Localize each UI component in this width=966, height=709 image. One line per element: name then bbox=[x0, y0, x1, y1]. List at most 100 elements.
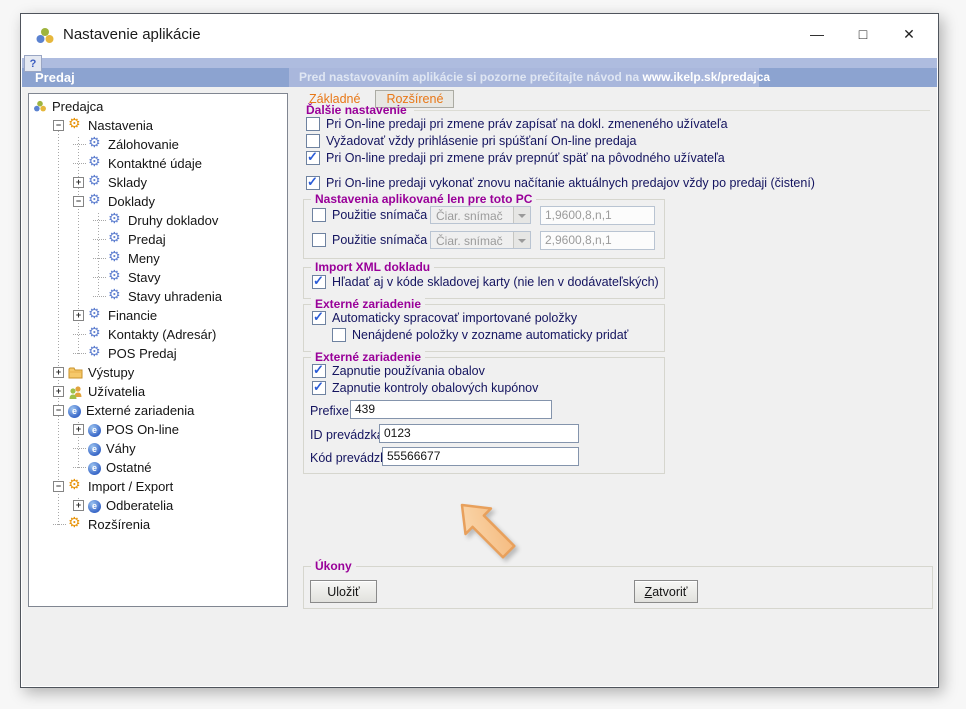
checkbox-checked-icon[interactable] bbox=[312, 275, 326, 289]
notice-link[interactable]: www.ikelp.sk/predajca bbox=[642, 70, 770, 84]
scanner2-type-select[interactable]: Čiar. snímač bbox=[430, 231, 531, 249]
field-label-id-prevadzka: ID prevádzka bbox=[310, 428, 384, 442]
tree-item-druhy-dokladov[interactable]: Druhy dokladov bbox=[29, 211, 287, 230]
checkbox-zapnutie-obalov[interactable]: Zapnutie používania obalov bbox=[312, 364, 485, 378]
checkbox-icon[interactable] bbox=[306, 134, 320, 148]
tree-item-zalohovanie[interactable]: Zálohovanie bbox=[29, 135, 287, 154]
folder-icon bbox=[68, 366, 83, 379]
expand-icon[interactable]: + bbox=[53, 386, 64, 397]
checkbox-vyzadovat-prihlasenie[interactable]: Vyžadovať vždy prihlásenie pri spúšťaní … bbox=[306, 134, 636, 148]
checkbox-nenajdene-polozky[interactable]: Nenájdené položky v zozname automaticky … bbox=[332, 328, 628, 342]
tree-item-uzivatelia[interactable]: + Užívatelia bbox=[29, 382, 287, 401]
tree-item-stavy[interactable]: Stavy bbox=[29, 268, 287, 287]
kod-prevadzky-field[interactable]: 55566677 bbox=[382, 447, 579, 466]
collapse-icon[interactable]: − bbox=[53, 120, 64, 131]
tree-item-import-export[interactable]: − Import / Export bbox=[29, 477, 287, 496]
tree-item-predaj[interactable]: Predaj bbox=[29, 230, 287, 249]
expand-icon[interactable]: + bbox=[73, 310, 84, 321]
module-bar: Predaj Pred nastavovaním aplikácie si po… bbox=[22, 68, 937, 87]
gear-orange-icon bbox=[68, 118, 83, 133]
collapse-icon[interactable]: − bbox=[73, 196, 84, 207]
checkbox-pouzitie-snimaca[interactable]: Použitie snímača bbox=[312, 208, 427, 222]
tree-item-rozsirenia[interactable]: Rozšírenia bbox=[29, 515, 287, 534]
checkbox-pouzitie-snimaca-2[interactable]: Použitie snímača 2 bbox=[312, 233, 438, 247]
checkbox-checked-icon[interactable] bbox=[312, 381, 326, 395]
tree-item-label: Odberatelia bbox=[105, 498, 173, 513]
checkbox-kontrola-kuponov[interactable]: Zapnutie kontroly obalových kupónov bbox=[312, 381, 538, 395]
scanner-type-select[interactable]: Čiar. snímač bbox=[430, 206, 531, 224]
id-prevadzka-field[interactable]: 0123 bbox=[379, 424, 579, 443]
tree-item-nastavenia[interactable]: − Nastavenia bbox=[29, 116, 287, 135]
checkbox-nacitanie-predajov[interactable]: Pri On-line predaji vykonať znovu načíta… bbox=[306, 176, 815, 190]
gear-orange-icon bbox=[68, 517, 83, 532]
chevron-down-icon[interactable] bbox=[513, 232, 530, 248]
expand-icon[interactable]: + bbox=[73, 500, 84, 511]
tree-item-label: POS Predaj bbox=[107, 346, 177, 361]
collapse-icon[interactable]: − bbox=[53, 481, 64, 492]
checkbox-checked-icon[interactable] bbox=[312, 364, 326, 378]
checkbox-icon[interactable] bbox=[312, 208, 326, 222]
scanner2-params-field[interactable]: 2,9600,8,n,1 bbox=[540, 231, 655, 250]
close-dialog-button[interactable]: Zatvoriť bbox=[634, 580, 698, 603]
checkbox-checked-icon[interactable] bbox=[306, 151, 320, 165]
tree-item-meny[interactable]: Meny bbox=[29, 249, 287, 268]
help-button[interactable]: ? bbox=[24, 55, 42, 72]
checkbox-prepnut-spat[interactable]: Pri On-line predaji pri zmene práv prepn… bbox=[306, 151, 725, 165]
tree-item-vahy[interactable]: Váhy bbox=[29, 439, 287, 458]
gear-blue-icon bbox=[88, 327, 103, 342]
checkbox-icon[interactable] bbox=[312, 233, 326, 247]
tree-item-stavy-uhradenia[interactable]: Stavy uhradenia bbox=[29, 287, 287, 306]
group-pc-settings: Nastavenia aplikované len pre toto PC Po… bbox=[303, 199, 665, 259]
device-e-icon bbox=[88, 443, 101, 456]
tree-item-predajca[interactable]: Predajca bbox=[29, 97, 287, 116]
expand-icon[interactable]: + bbox=[73, 424, 84, 435]
chevron-down-icon[interactable] bbox=[513, 207, 530, 223]
tree-item-label: Kontaktné údaje bbox=[107, 156, 202, 171]
collapse-icon[interactable]: − bbox=[53, 405, 64, 416]
tree-item-externe-zariadenia[interactable]: − Externé zariadenia bbox=[29, 401, 287, 420]
checkbox-automaticky-spracovat[interactable]: Automaticky spracovať importované položk… bbox=[312, 311, 577, 325]
checkbox-checked-icon[interactable] bbox=[306, 176, 320, 190]
tree-item-doklady[interactable]: − Doklady bbox=[29, 192, 287, 211]
tree-item-label: Užívatelia bbox=[87, 384, 145, 399]
tree-item-label: Predajca bbox=[51, 99, 103, 114]
tree-item-vystupy[interactable]: + Výstupy bbox=[29, 363, 287, 382]
checkbox-checked-icon[interactable] bbox=[312, 311, 326, 325]
checkbox-hladat-v-kode[interactable]: Hľadať aj v kóde skladovej karty (nie le… bbox=[312, 275, 659, 289]
field-label-kod-prevadzky: Kód prevádzky bbox=[310, 451, 393, 465]
notice-banner: Pred nastavovaním aplikácie si pozorne p… bbox=[289, 68, 759, 87]
minimize-button[interactable]: — bbox=[794, 18, 840, 50]
tree-connector bbox=[93, 258, 106, 259]
tree-item-kontaktne-udaje[interactable]: Kontaktné údaje bbox=[29, 154, 287, 173]
tree-item-odberatelia[interactable]: + Odberatelia bbox=[29, 496, 287, 515]
checkbox-icon[interactable] bbox=[332, 328, 346, 342]
tree-item-sklady[interactable]: + Sklady bbox=[29, 173, 287, 192]
tree-item-pos-predaj[interactable]: POS Predaj bbox=[29, 344, 287, 363]
tree-item-financie[interactable]: + Financie bbox=[29, 306, 287, 325]
device-e-icon bbox=[88, 500, 101, 513]
checkbox-label: Hľadať aj v kóde skladovej karty (nie le… bbox=[332, 275, 659, 289]
app-logo-icon bbox=[33, 100, 47, 113]
tree-item-kontakty-adresar[interactable]: Kontakty (Adresár) bbox=[29, 325, 287, 344]
gear-blue-icon bbox=[88, 346, 103, 361]
checkbox-label: Zapnutie používania obalov bbox=[332, 364, 485, 378]
close-button[interactable]: ✕ bbox=[886, 18, 932, 50]
tree-item-label: Meny bbox=[127, 251, 160, 266]
prefixe-field[interactable]: 439 bbox=[350, 400, 552, 419]
tree-item-pos-online[interactable]: + POS On-line bbox=[29, 420, 287, 439]
tree-connector bbox=[73, 353, 86, 354]
expand-icon[interactable]: + bbox=[73, 177, 84, 188]
expand-icon[interactable]: + bbox=[53, 367, 64, 378]
maximize-button[interactable]: □ bbox=[840, 18, 886, 50]
checkbox-zapisat-na-dokl[interactable]: Pri On-line predaji pri zmene práv zapís… bbox=[306, 117, 728, 131]
scanner-params-field[interactable]: 1,9600,8,n,1 bbox=[540, 206, 655, 225]
checkbox-label: Zapnutie kontroly obalových kupónov bbox=[332, 381, 538, 395]
settings-tree: Predajca − Nastavenia Zálohovanie Kontak… bbox=[28, 93, 288, 607]
tree-connector bbox=[73, 334, 86, 335]
gear-blue-icon bbox=[108, 289, 123, 304]
checkbox-icon[interactable] bbox=[306, 117, 320, 131]
tree-item-ostatne[interactable]: Ostatné bbox=[29, 458, 287, 477]
window-title: Nastavenie aplikácie bbox=[63, 26, 201, 43]
save-button[interactable]: Uložiť bbox=[310, 580, 377, 603]
notice-text: Pred nastavovaním aplikácie si pozorne p… bbox=[299, 70, 642, 84]
